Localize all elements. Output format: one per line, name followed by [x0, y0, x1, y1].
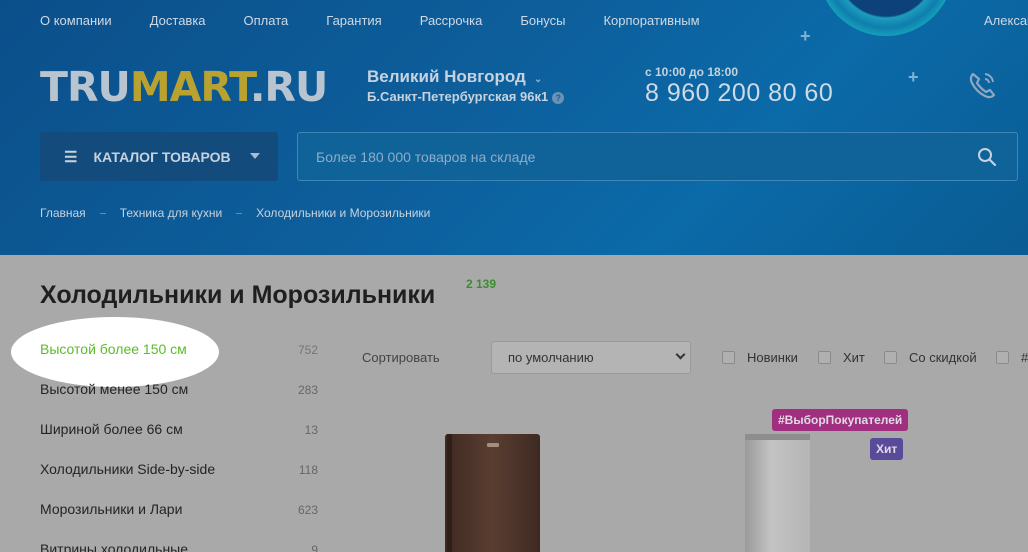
breadcrumb-current: Холодильники и Морозильники: [256, 206, 431, 220]
filter-discount[interactable]: Со скидкой: [884, 350, 977, 365]
breadcrumb-kitchen[interactable]: Техника для кухни: [120, 206, 222, 220]
sort-label: Сортировать: [362, 350, 440, 365]
product-image-fridge-brown[interactable]: [445, 434, 540, 552]
category-label: Витрины холодильные: [40, 541, 189, 552]
category-count: 623: [297, 503, 318, 517]
site-header: + + О компании Доставка Оплата Гарантия …: [0, 0, 1028, 255]
filter-tag[interactable]: #: [996, 350, 1028, 365]
sort-selected-value: по умолчанию: [508, 350, 594, 365]
category-label: Высотой более 150 см: [40, 341, 187, 357]
category-item-width-over-66[interactable]: Шириной более 66 см 13: [40, 421, 318, 441]
category-count: 9: [311, 543, 318, 552]
chevron-down-icon: ⌄: [533, 74, 543, 85]
city-name: Великий Новгород: [367, 67, 526, 86]
fridge-brand-plate: [487, 443, 499, 447]
category-item-side-by-side[interactable]: Холодильники Side-by-side 118: [40, 461, 318, 481]
search-icon[interactable]: [977, 147, 997, 167]
category-item-height-over-150[interactable]: Высотой более 150 см 752: [40, 341, 318, 361]
category-item-display-fridges[interactable]: Витрины холодильные 9: [40, 541, 318, 552]
decorative-circle: [818, 0, 954, 36]
topnav-link-delivery[interactable]: Доставка: [150, 13, 206, 28]
logo-part-ru: .RU: [249, 63, 328, 111]
city-selector[interactable]: Великий Новгород ⌄: [367, 67, 542, 87]
product-count-badge: 2 139: [466, 277, 497, 291]
filter-hit[interactable]: Хит: [818, 350, 865, 365]
help-icon[interactable]: ?: [552, 92, 565, 104]
category-label: Шириной более 66 см: [40, 421, 183, 437]
breadcrumb: Главная Техника для кухни Холодильники и…: [40, 206, 430, 220]
phone-icon[interactable]: [965, 68, 999, 102]
topnav-link-warranty[interactable]: Гарантия: [326, 13, 381, 28]
catalog-label: КАТАЛОГ ТОВАРОВ: [93, 148, 231, 165]
chevron-down-icon: [675, 349, 686, 360]
checkbox[interactable]: [818, 351, 831, 364]
filter-label: Со скидкой: [909, 350, 977, 365]
menu-icon: ☰: [64, 148, 78, 166]
search-input[interactable]: [298, 133, 958, 180]
fridge-handle: [447, 434, 452, 552]
checkbox[interactable]: [722, 351, 735, 364]
fridge-top: [745, 434, 810, 440]
filter-label: Новинки: [747, 350, 798, 365]
site-logo[interactable]: TRUMART.RU: [40, 63, 328, 111]
checkbox[interactable]: [884, 351, 897, 364]
category-count: 118: [298, 463, 318, 477]
product-image-fridge-white[interactable]: [745, 434, 810, 552]
user-account-link[interactable]: Алексан: [984, 13, 1028, 28]
plus-decoration-icon: +: [908, 67, 919, 87]
topnav-link-corporate[interactable]: Корпоративным: [603, 13, 699, 28]
address-text: Б.Санкт-Петербургская 96к1: [367, 89, 549, 104]
topnav-link-about[interactable]: О компании: [40, 13, 112, 28]
category-count: 752: [297, 343, 318, 357]
store-address: Б.Санкт-Петербургская 96к1?: [367, 89, 565, 104]
buyers-choice-badge: #ВыборПокупателей: [772, 409, 909, 431]
checkbox[interactable]: [996, 351, 1009, 364]
logo-part-mart: MART: [129, 63, 251, 111]
catalog-button[interactable]: ☰ КАТАЛОГ ТОВАРОВ: [40, 132, 278, 181]
breadcrumb-home[interactable]: Главная: [40, 206, 86, 220]
filter-label: Хит: [843, 350, 865, 365]
phone-number[interactable]: 8 960 200 80 60: [645, 79, 833, 108]
topnav-link-bonuses[interactable]: Бонусы: [520, 13, 565, 28]
logo-part-tru: TRU: [40, 63, 131, 111]
topnav-link-installment[interactable]: Рассрочка: [420, 13, 483, 28]
breadcrumb-separator: [236, 212, 243, 214]
category-item-height-under-150[interactable]: Высотой менее 150 см 283: [40, 381, 318, 401]
category-label: Высотой менее 150 см: [40, 381, 189, 397]
page-title: Холодильники и Морозильники: [40, 281, 436, 309]
top-navigation: О компании Доставка Оплата Гарантия Расс…: [40, 13, 700, 28]
category-count: 283: [297, 383, 318, 397]
hit-badge: Хит: [870, 438, 904, 460]
caret-down-icon: [250, 153, 260, 159]
plus-decoration-icon: +: [800, 26, 811, 46]
topnav-link-payment[interactable]: Оплата: [244, 13, 289, 28]
sort-select[interactable]: по умолчанию: [491, 341, 691, 374]
working-hours: с 10:00 до 18:00: [645, 65, 739, 79]
filter-label: #: [1021, 350, 1028, 365]
breadcrumb-separator: [99, 212, 106, 214]
category-label: Холодильники Side-by-side: [40, 461, 216, 477]
filter-new[interactable]: Новинки: [722, 350, 798, 365]
category-label: Морозильники и Лари: [40, 501, 183, 517]
category-count: 13: [304, 423, 318, 437]
search-bar: [297, 132, 1018, 181]
category-item-freezers[interactable]: Морозильники и Лари 623: [40, 501, 318, 521]
